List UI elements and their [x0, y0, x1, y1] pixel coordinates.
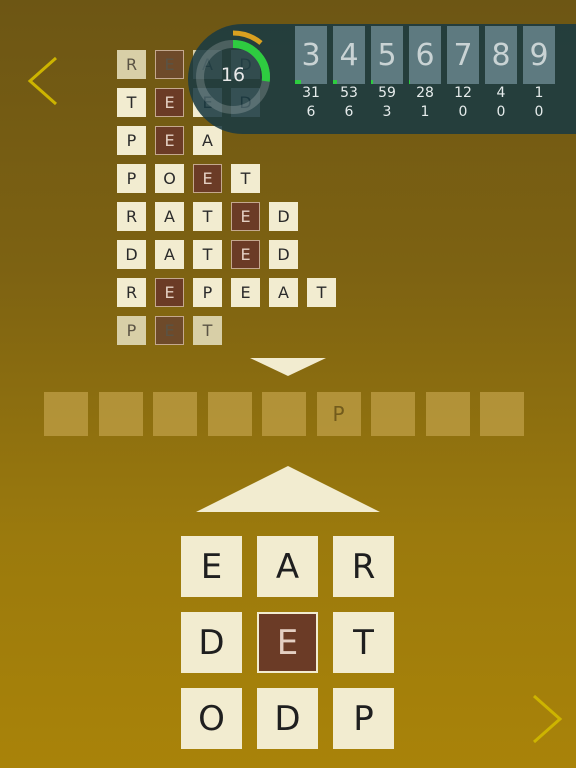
- word-length-label: 6: [409, 26, 441, 84]
- length-column: 9 1 0: [523, 26, 555, 122]
- length-number: 5: [377, 37, 397, 73]
- word-length-label: 5: [371, 26, 403, 84]
- length-number: 8: [491, 37, 511, 73]
- length-number: 7: [453, 37, 473, 73]
- found-count: 16: [220, 64, 246, 86]
- answer-slot[interactable]: [207, 392, 252, 436]
- letter-tile[interactable]: O: [181, 688, 242, 749]
- letter-tile[interactable]: R: [333, 536, 394, 597]
- word-letter-tile: T: [117, 88, 146, 117]
- word-letter-tile: D: [117, 240, 146, 269]
- length-found: 0: [496, 104, 506, 120]
- answer-slot[interactable]: [371, 392, 415, 436]
- length-total: 4: [496, 85, 506, 101]
- length-found: 3: [382, 104, 392, 120]
- length-total: 53: [340, 85, 358, 101]
- length-number: 4: [339, 37, 359, 73]
- word-letter-tile: T: [193, 316, 222, 345]
- collapse-handle[interactable]: [250, 358, 326, 382]
- length-number: 6: [415, 37, 435, 73]
- length-total: 12: [454, 85, 472, 101]
- word-letter-tile: E: [193, 164, 222, 193]
- length-found: 0: [458, 104, 468, 120]
- word-letter-tile: D: [269, 202, 298, 231]
- length-column: 6 28 1: [409, 26, 441, 122]
- length-found: 6: [306, 104, 316, 120]
- answer-slot[interactable]: [44, 392, 88, 436]
- length-column: 7 12 0: [447, 26, 479, 122]
- word-letter-tile: P: [193, 278, 222, 307]
- center-letter-tile[interactable]: E: [257, 612, 318, 673]
- word-length-label: 4: [333, 26, 365, 84]
- word-letter-tile: T: [193, 202, 222, 231]
- word-letter-tile: A: [155, 202, 184, 231]
- length-found: 6: [344, 104, 354, 120]
- word-letter-tile: R: [117, 202, 146, 231]
- word-letter-tile: R: [117, 278, 146, 307]
- answer-slot[interactable]: [98, 392, 143, 436]
- length-total: 1: [534, 85, 544, 101]
- length-number: 9: [529, 37, 549, 73]
- length-column: 5 59 3: [371, 26, 403, 122]
- submit-handle[interactable]: [196, 466, 380, 518]
- answer-slot[interactable]: [153, 392, 197, 436]
- length-progress-bar: [371, 80, 373, 84]
- answer-slot[interactable]: [480, 392, 524, 436]
- word-letter-tile: E: [155, 88, 184, 117]
- word-letter-tile: O: [155, 164, 184, 193]
- length-total: 31: [302, 85, 320, 101]
- word-length-label: 3: [295, 26, 327, 84]
- word-length-label: 9: [523, 26, 555, 84]
- length-column: 3 31 6: [295, 26, 327, 122]
- word-letter-tile: A: [193, 126, 222, 155]
- word-letter-tile: T: [231, 164, 260, 193]
- answer-slot[interactable]: [262, 392, 306, 436]
- word-letter-tile: P: [117, 164, 146, 193]
- length-total: 28: [416, 85, 434, 101]
- letter-tile[interactable]: T: [333, 612, 394, 673]
- length-total: 59: [378, 85, 396, 101]
- word-letter-tile: D: [269, 240, 298, 269]
- word-letter-tile: P: [117, 126, 146, 155]
- word-letter-tile: E: [155, 316, 184, 345]
- letter-tile[interactable]: P: [333, 688, 394, 749]
- length-progress-bar: [409, 80, 411, 84]
- forward-arrow-icon[interactable]: [530, 694, 564, 744]
- word-letter-tile: E: [155, 278, 184, 307]
- word-letter-tile: E: [231, 278, 260, 307]
- answer-slot[interactable]: P: [316, 392, 361, 436]
- length-found: 0: [534, 104, 544, 120]
- word-letter-tile: E: [155, 126, 184, 155]
- letter-tile[interactable]: A: [257, 536, 318, 597]
- letter-tile[interactable]: D: [257, 688, 318, 749]
- word-letter-tile: T: [307, 278, 336, 307]
- word-letter-tile: A: [155, 240, 184, 269]
- word-length-label: 8: [485, 26, 517, 84]
- letter-tile[interactable]: D: [181, 612, 242, 673]
- word-letter-tile: E: [231, 202, 260, 231]
- word-letter-tile: R: [117, 50, 146, 79]
- word-letter-tile: T: [193, 240, 222, 269]
- word-letter-tile: P: [117, 316, 146, 345]
- word-letter-tile: E: [231, 240, 260, 269]
- length-progress-bar: [295, 80, 302, 84]
- answer-slot[interactable]: [425, 392, 470, 436]
- letter-tile[interactable]: E: [181, 536, 242, 597]
- word-letter-tile: A: [269, 278, 298, 307]
- length-progress-bar: [333, 80, 337, 84]
- back-arrow-icon[interactable]: [26, 56, 60, 106]
- word-letter-tile: E: [155, 50, 184, 79]
- word-length-label: 7: [447, 26, 479, 84]
- length-column: 4 53 6: [333, 26, 365, 122]
- length-column: 8 4 0: [485, 26, 517, 122]
- length-number: 3: [301, 37, 321, 73]
- length-found: 1: [420, 104, 430, 120]
